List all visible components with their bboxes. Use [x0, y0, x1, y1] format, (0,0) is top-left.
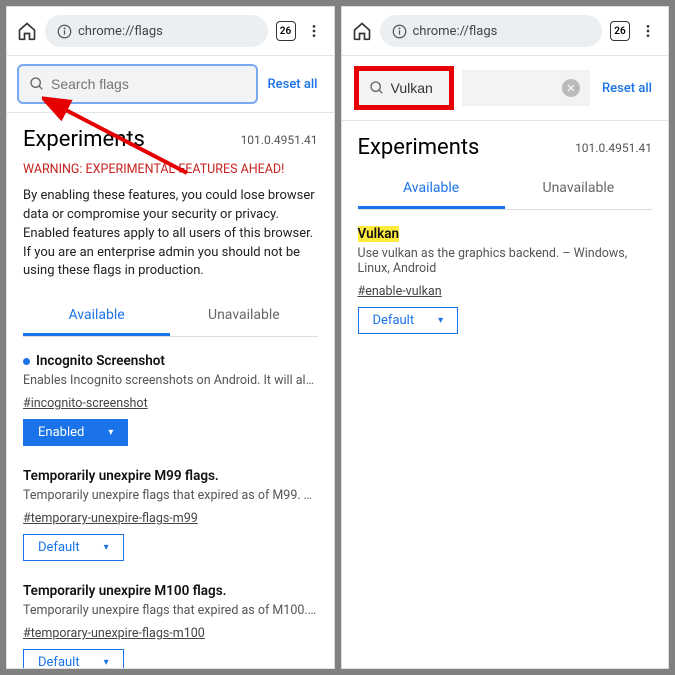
- flag-dropdown-value: Default: [38, 655, 80, 668]
- page-title: Experiments: [23, 127, 145, 152]
- version-text: 101.0.4951.41: [241, 133, 318, 147]
- flag-desc: Enables Incognito screenshots on Android…: [23, 373, 318, 388]
- search-icon: [29, 76, 45, 92]
- search-row: Reset all: [7, 55, 334, 113]
- flag-dropdown[interactable]: Enabled ▾: [23, 419, 128, 446]
- search-flags-input-wrap[interactable]: [359, 71, 449, 105]
- flag-anchor[interactable]: #enable-vulkan: [358, 284, 442, 299]
- flag-tabs: Available Unavailable: [23, 297, 318, 337]
- menu-icon[interactable]: [638, 21, 658, 41]
- flag-tabs: Available Unavailable: [358, 170, 653, 210]
- flag-dropdown[interactable]: Default ▾: [23, 649, 124, 668]
- flag-desc: Use vulkan as the graphics backend. – Wi…: [358, 246, 653, 276]
- tab-available[interactable]: Available: [358, 170, 505, 209]
- version-text: 101.0.4951.41: [575, 141, 652, 155]
- description-text: By enabling these features, you could lo…: [23, 187, 318, 281]
- flag-anchor[interactable]: #temporary-unexpire-flags-m99: [23, 511, 198, 526]
- reset-all-button[interactable]: Reset all: [598, 77, 656, 100]
- modified-dot-icon: [23, 358, 30, 365]
- flag-dropdown-value: Enabled: [38, 425, 84, 440]
- flag-dropdown-value: Default: [373, 313, 415, 328]
- search-tail: ✕: [462, 70, 591, 106]
- flag-anchor[interactable]: #incognito-screenshot: [23, 396, 148, 411]
- flag-item: Vulkan Use vulkan as the graphics backen…: [358, 226, 653, 334]
- flag-item: Temporarily unexpire M100 flags. Tempora…: [23, 583, 318, 668]
- reset-all-button[interactable]: Reset all: [264, 73, 322, 96]
- search-row: ✕ Reset all: [342, 55, 669, 121]
- search-icon: [369, 80, 385, 96]
- omnibox-url: chrome://flags: [413, 24, 498, 39]
- flag-title: Temporarily unexpire M99 flags.: [23, 468, 318, 484]
- flag-desc: Temporarily unexpire flags that expired …: [23, 603, 318, 618]
- flag-anchor[interactable]: #temporary-unexpire-flags-m100: [23, 626, 205, 641]
- tab-switcher[interactable]: 26: [610, 21, 630, 41]
- flag-dropdown[interactable]: Default ▾: [358, 307, 459, 334]
- search-flags-input[interactable]: [51, 76, 246, 92]
- left-pane: chrome://flags 26 Reset all Experiments …: [6, 6, 335, 669]
- right-pane: chrome://flags 26 ✕ Reset all Experiment…: [341, 6, 670, 669]
- annotation-highlight-box: [354, 66, 454, 110]
- flag-dropdown-value: Default: [38, 540, 80, 555]
- flag-item: Temporarily unexpire M99 flags. Temporar…: [23, 468, 318, 561]
- tab-switcher[interactable]: 26: [276, 21, 296, 41]
- browser-top-bar: chrome://flags 26: [7, 7, 334, 55]
- info-icon: [57, 24, 72, 39]
- flag-title: Incognito Screenshot: [36, 353, 165, 369]
- tab-unavailable[interactable]: Unavailable: [505, 170, 652, 209]
- home-icon[interactable]: [17, 21, 37, 41]
- chevron-down-icon: ▾: [108, 427, 113, 438]
- search-flags-input-wrap[interactable]: [19, 66, 256, 102]
- home-icon[interactable]: [352, 21, 372, 41]
- info-icon: [392, 24, 407, 39]
- flag-desc: Temporarily unexpire flags that expired …: [23, 488, 318, 503]
- search-flags-input[interactable]: [391, 80, 439, 96]
- flag-item: Incognito Screenshot Enables Incognito s…: [23, 353, 318, 446]
- chevron-down-icon: ▾: [438, 315, 443, 326]
- tab-available[interactable]: Available: [23, 297, 170, 336]
- tab-unavailable[interactable]: Unavailable: [170, 297, 317, 336]
- omnibox-url: chrome://flags: [78, 24, 163, 39]
- chevron-down-icon: ▾: [104, 542, 109, 553]
- content-area: Experiments 101.0.4951.41 Available Unav…: [342, 121, 669, 668]
- clear-search-icon[interactable]: ✕: [562, 79, 580, 97]
- flag-title: Temporarily unexpire M100 flags.: [23, 583, 318, 599]
- warning-text: WARNING: EXPERIMENTAL FEATURES AHEAD!: [23, 162, 318, 177]
- browser-top-bar: chrome://flags 26: [342, 7, 669, 55]
- content-area: Experiments 101.0.4951.41 WARNING: EXPER…: [7, 113, 334, 668]
- omnibox[interactable]: chrome://flags: [45, 15, 268, 47]
- menu-icon[interactable]: [304, 21, 324, 41]
- flag-dropdown[interactable]: Default ▾: [23, 534, 124, 561]
- omnibox[interactable]: chrome://flags: [380, 15, 603, 47]
- flag-title-highlight: Vulkan: [358, 226, 400, 242]
- page-title: Experiments: [358, 135, 480, 160]
- chevron-down-icon: ▾: [104, 657, 109, 668]
